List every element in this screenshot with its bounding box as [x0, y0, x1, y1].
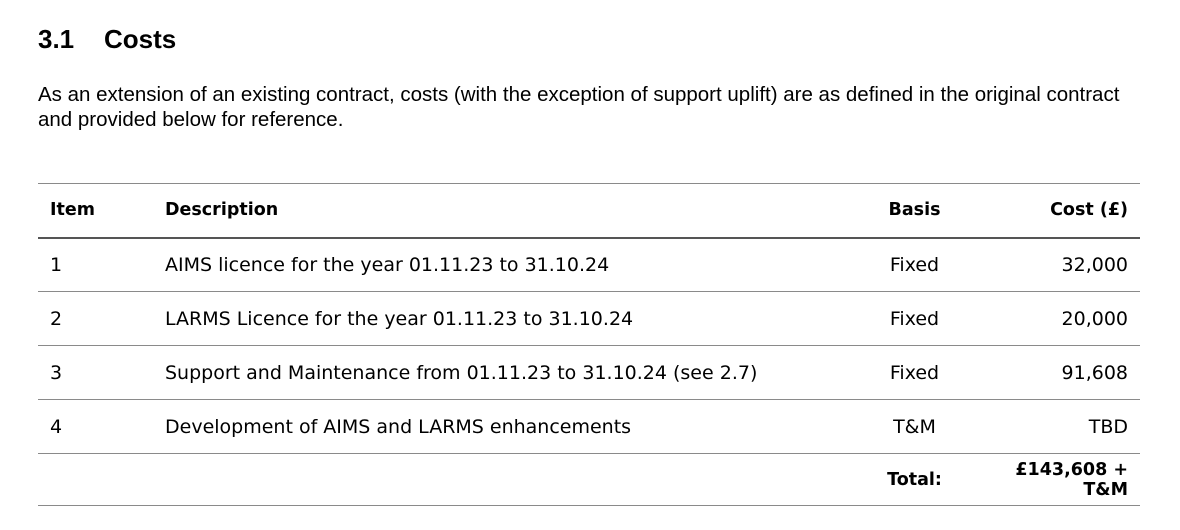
- row-cost: 20,000: [1061, 307, 1128, 330]
- table-row: 2 LARMS Licence for the year 01.11.23 to…: [38, 292, 1140, 346]
- header-basis: Basis: [888, 200, 941, 221]
- table-row: 1 AIMS licence for the year 01.11.23 to …: [38, 238, 1140, 292]
- row-description: Development of AIMS and LARMS enhancemen…: [165, 415, 632, 438]
- header-cost: Cost (£): [1050, 200, 1128, 221]
- row-item: 4: [50, 415, 63, 438]
- row-basis: Fixed: [889, 361, 940, 384]
- intro-paragraph: As an extension of an existing contract,…: [38, 83, 1120, 131]
- table-row: 4 Development of AIMS and LARMS enhancem…: [38, 400, 1140, 454]
- row-basis: T&M: [893, 415, 936, 438]
- row-basis: Fixed: [889, 253, 940, 276]
- row-description: AIMS licence for the year 01.11.23 to 31…: [165, 253, 610, 276]
- section-title: Costs: [104, 23, 177, 54]
- section-number: 3.1: [38, 23, 75, 54]
- row-cost: 32,000: [1061, 253, 1128, 276]
- costs-table: Item Description Basis Cost (£) 1 AIMS l…: [38, 183, 1140, 506]
- row-item: 2: [50, 307, 63, 330]
- table-row: 3 Support and Maintenance from 01.11.23 …: [38, 346, 1140, 400]
- total-value: £143,608 + T&M: [1015, 459, 1128, 500]
- row-description: LARMS Licence for the year 01.11.23 to 3…: [165, 307, 634, 330]
- row-cost: 91,608: [1061, 361, 1128, 384]
- table-header-row: Item Description Basis Cost (£): [38, 183, 1140, 238]
- section-heading: 3.1 Costs: [38, 22, 176, 56]
- row-basis: Fixed: [889, 307, 940, 330]
- total-label: Total:: [887, 469, 942, 490]
- header-item: Item: [50, 200, 95, 221]
- header-description: Description: [165, 200, 279, 221]
- row-item: 3: [50, 361, 63, 384]
- row-cost: TBD: [1088, 415, 1128, 438]
- total-row: Total: £143,608 + T&M: [38, 454, 1140, 506]
- row-description: Support and Maintenance from 01.11.23 to…: [165, 361, 758, 384]
- row-item: 1: [50, 253, 63, 276]
